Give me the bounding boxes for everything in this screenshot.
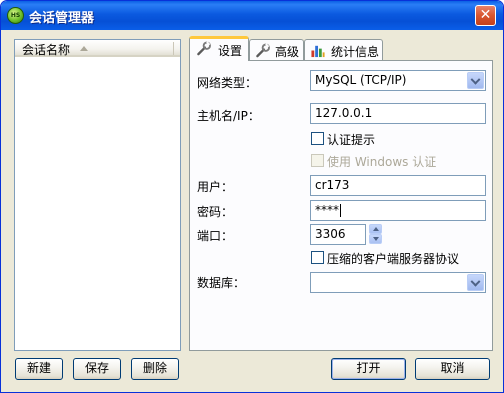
tab-settings[interactable]: 设置 bbox=[189, 36, 249, 61]
open-button[interactable]: 打开 bbox=[331, 358, 406, 380]
column-separator[interactable] bbox=[173, 42, 174, 55]
window-title: 会话管理器 bbox=[29, 11, 95, 26]
cancel-button[interactable]: 取消 bbox=[415, 358, 490, 380]
port-input[interactable]: 3306 bbox=[310, 224, 366, 245]
session-manager-window: HS 会话管理器 ✕ 会话名称 设置 高级 统计信息 网络类型： MySQL (… bbox=[0, 0, 504, 393]
spin-up-icon[interactable] bbox=[369, 224, 382, 234]
password-label: 密码： bbox=[197, 205, 234, 219]
windows-auth-checkbox bbox=[311, 154, 324, 167]
title-bar[interactable]: HS 会话管理器 ✕ bbox=[1, 1, 503, 30]
session-list-header[interactable]: 会话名称 bbox=[15, 40, 180, 57]
auth-prompt-checkbox[interactable] bbox=[311, 132, 324, 145]
close-button[interactable]: ✕ bbox=[475, 5, 496, 26]
password-input[interactable]: **** bbox=[310, 200, 486, 221]
port-value: 3306 bbox=[315, 227, 346, 241]
save-button[interactable]: 保存 bbox=[73, 358, 121, 380]
host-value: 127.0.0.1 bbox=[315, 106, 373, 120]
text-caret bbox=[340, 204, 341, 217]
password-value: **** bbox=[315, 203, 339, 217]
delete-button[interactable]: 删除 bbox=[131, 358, 179, 380]
windows-auth-label: 使用 Windows 认证 bbox=[327, 155, 437, 169]
user-label: 用户： bbox=[197, 180, 234, 194]
port-spinner[interactable] bbox=[369, 224, 382, 244]
compress-protocol-checkbox[interactable] bbox=[311, 251, 324, 264]
database-label: 数据库： bbox=[197, 276, 246, 290]
bar-chart-icon bbox=[311, 45, 325, 58]
user-value: cr173 bbox=[315, 178, 350, 192]
chevron-down-icon[interactable] bbox=[467, 72, 484, 89]
app-logo-icon: HS bbox=[7, 7, 24, 24]
database-select[interactable] bbox=[310, 272, 486, 293]
user-input[interactable]: cr173 bbox=[310, 175, 486, 196]
spin-down-icon[interactable] bbox=[369, 234, 382, 244]
network-type-label: 网络类型： bbox=[197, 76, 258, 90]
auth-prompt-label: 认证提示 bbox=[327, 133, 376, 147]
sort-ascending-icon bbox=[80, 46, 88, 51]
new-button[interactable]: 新建 bbox=[15, 358, 63, 380]
host-input[interactable]: 127.0.0.1 bbox=[310, 103, 486, 124]
host-label: 主机名/IP： bbox=[197, 109, 260, 123]
tab-advanced[interactable]: 高级 bbox=[249, 39, 304, 60]
wrench-icon bbox=[256, 43, 270, 58]
port-label: 端口： bbox=[197, 229, 234, 243]
chevron-down-icon[interactable] bbox=[467, 274, 484, 291]
tab-settings-label: 设置 bbox=[218, 44, 243, 58]
compress-protocol-label: 压缩的客户端服务器协议 bbox=[327, 252, 460, 266]
network-type-select[interactable]: MySQL (TCP/IP) bbox=[310, 70, 486, 91]
wrench-icon bbox=[197, 41, 211, 56]
network-type-value: MySQL (TCP/IP) bbox=[315, 73, 407, 87]
session-list[interactable]: 会话名称 bbox=[14, 39, 181, 351]
tab-statistics[interactable]: 统计信息 bbox=[304, 39, 383, 60]
tab-advanced-label: 高级 bbox=[275, 45, 300, 59]
column-header-session-name: 会话名称 bbox=[22, 43, 71, 57]
tab-statistics-label: 统计信息 bbox=[331, 45, 380, 59]
